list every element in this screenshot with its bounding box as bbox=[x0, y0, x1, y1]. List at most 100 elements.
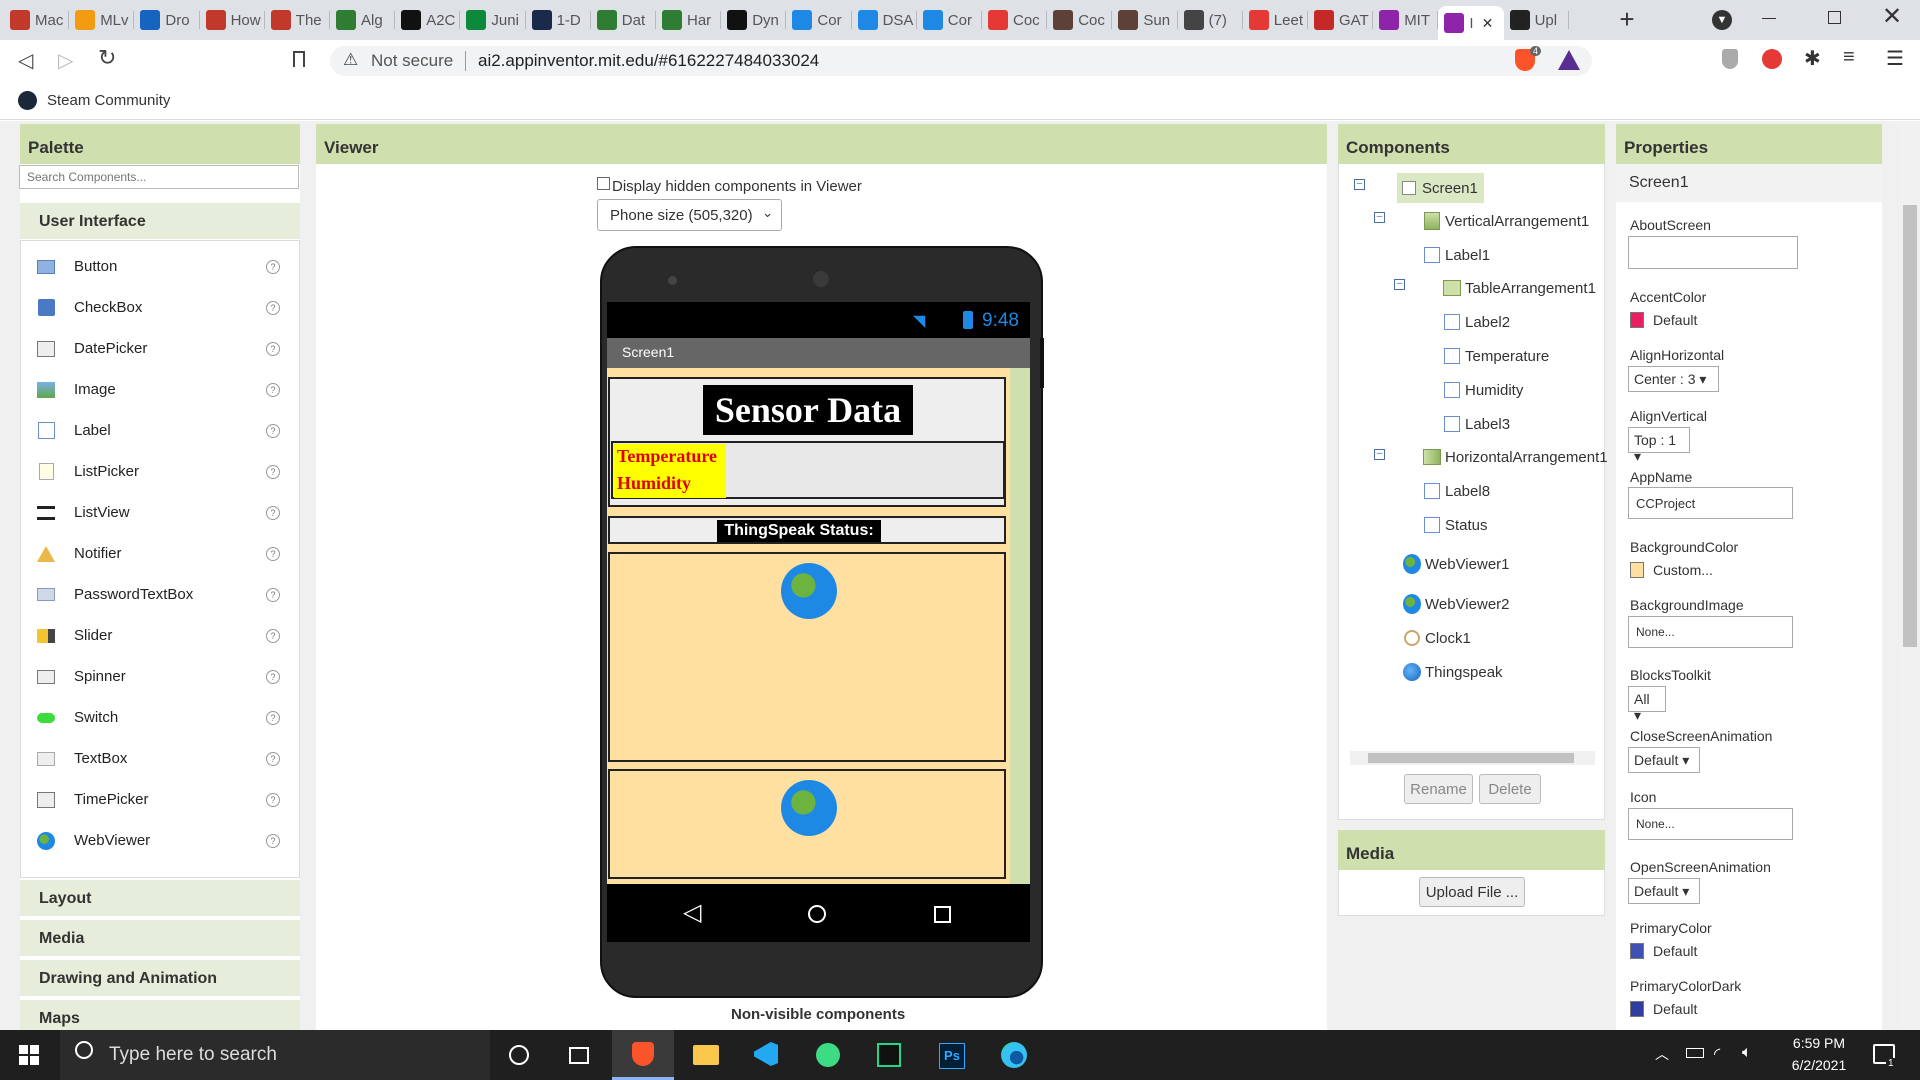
cortana-icon[interactable] bbox=[509, 1045, 529, 1065]
tree-item[interactable]: Clock1 bbox=[1403, 623, 1471, 653]
collapse-icon[interactable]: – bbox=[1374, 449, 1385, 460]
align-horizontal-dropdown[interactable]: Center : 3 ▾ bbox=[1628, 366, 1719, 392]
browser-tab[interactable]: How bbox=[200, 4, 265, 36]
rewards-icon[interactable] bbox=[1558, 50, 1580, 70]
browser-tab[interactable]: (7) bbox=[1178, 4, 1243, 36]
sensor-data-label[interactable]: Sensor Data bbox=[703, 385, 913, 435]
browser-tab[interactable]: Mac bbox=[4, 4, 70, 36]
tree-item[interactable]: WebViewer1 bbox=[1403, 549, 1510, 579]
extension-red-icon[interactable] bbox=[1762, 49, 1782, 69]
browser-tab[interactable]: Sun bbox=[1112, 4, 1178, 36]
palette-search-input[interactable] bbox=[19, 165, 299, 189]
tree-item[interactable]: HorizontalArrangement1 bbox=[1423, 442, 1608, 472]
browser-tab[interactable]: Har bbox=[656, 4, 722, 36]
tree-item[interactable]: Label3 bbox=[1443, 409, 1510, 439]
warning-icon[interactable]: ⚠ bbox=[343, 50, 358, 70]
security-warning[interactable]: Not secure bbox=[371, 51, 453, 71]
tree-item[interactable]: Thingspeak bbox=[1403, 657, 1503, 687]
help-icon[interactable]: ? bbox=[266, 505, 280, 520]
palette-item[interactable]: CheckBox? bbox=[36, 287, 284, 328]
blocks-toolkit-dropdown[interactable]: All ▾ bbox=[1628, 686, 1666, 723]
palette-item[interactable]: PasswordTextBox? bbox=[36, 574, 284, 615]
restore-button[interactable] bbox=[1828, 11, 1841, 24]
help-icon[interactable]: ? bbox=[266, 423, 280, 438]
palette-item[interactable]: DatePicker? bbox=[36, 328, 284, 369]
new-tab-button[interactable]: + bbox=[1613, 6, 1641, 34]
playlist-icon[interactable]: ≡ bbox=[1843, 46, 1855, 69]
palette-item[interactable]: ListView? bbox=[36, 492, 284, 533]
collapse-icon[interactable]: – bbox=[1354, 179, 1365, 190]
tree-item[interactable]: TableArrangement1 bbox=[1443, 273, 1596, 303]
browser-tab[interactable]: Coc bbox=[1047, 4, 1113, 36]
rename-button[interactable]: Rename bbox=[1404, 774, 1473, 804]
palette-item[interactable]: Image? bbox=[36, 369, 284, 410]
palette-item[interactable]: Spinner? bbox=[36, 656, 284, 697]
browser-tab[interactable]: The bbox=[265, 4, 330, 36]
help-icon[interactable]: ? bbox=[266, 259, 280, 274]
browser-tab[interactable]: MLv bbox=[69, 4, 135, 36]
file-explorer-icon[interactable] bbox=[693, 1045, 719, 1065]
browser-tab[interactable]: Dyn bbox=[721, 4, 787, 36]
browser-tab[interactable]: MIT bbox=[1373, 4, 1439, 36]
category-maps[interactable]: Maps bbox=[20, 998, 300, 1030]
bookmark-icon[interactable] bbox=[293, 51, 305, 67]
humidity-label[interactable]: Humidity bbox=[614, 471, 726, 498]
browser-tab[interactable]: DSA bbox=[852, 4, 917, 36]
browser-tab[interactable]: GAT bbox=[1308, 4, 1374, 36]
tree-item[interactable]: VerticalArrangement1 bbox=[1423, 206, 1589, 236]
vpn-icon[interactable] bbox=[1722, 49, 1738, 69]
forward-icon[interactable]: ▷ bbox=[58, 48, 73, 73]
palette-item[interactable]: Switch? bbox=[36, 697, 284, 738]
photoshop-icon[interactable]: Ps bbox=[939, 1043, 965, 1069]
browser-tab[interactable]: Upl bbox=[1504, 4, 1569, 36]
windows-start-icon[interactable] bbox=[19, 1045, 39, 1065]
tree-scrollbar-thumb[interactable] bbox=[1368, 753, 1574, 763]
help-icon[interactable]: ? bbox=[266, 751, 280, 766]
palette-item[interactable]: Slider? bbox=[36, 615, 284, 656]
collapse-icon[interactable]: – bbox=[1374, 212, 1385, 223]
browser-tab[interactable]: 1-D bbox=[526, 4, 591, 36]
tray-chevron-icon[interactable]: ︿ bbox=[1655, 1044, 1669, 1064]
pycharm-icon[interactable] bbox=[877, 1043, 901, 1067]
bgimage-input[interactable]: None... bbox=[1628, 616, 1793, 648]
palette-item[interactable]: Button? bbox=[36, 246, 284, 287]
bg-color-value[interactable]: Custom... bbox=[1630, 562, 1713, 578]
task-view-icon[interactable] bbox=[569, 1047, 589, 1064]
bookmark-steam[interactable]: Steam Community bbox=[47, 92, 170, 109]
phone-size-select[interactable]: Phone size (505,320) ⌄ bbox=[597, 199, 782, 231]
primary-dark-color-value[interactable]: Default bbox=[1630, 1001, 1697, 1017]
help-icon[interactable]: ? bbox=[266, 546, 280, 561]
close-tab-icon[interactable]: ✕ bbox=[1482, 15, 1494, 32]
palette-item[interactable]: Label? bbox=[36, 410, 284, 451]
help-icon[interactable]: ? bbox=[266, 382, 280, 397]
accent-color-value[interactable]: Default bbox=[1630, 312, 1697, 328]
browser-tab[interactable]: I ✕ bbox=[1438, 6, 1504, 40]
tab-search-icon[interactable]: ▼ bbox=[1712, 10, 1732, 30]
upload-file-button[interactable]: Upload File ... bbox=[1419, 877, 1525, 907]
thingspeak-status-label[interactable]: ThingSpeak Status: bbox=[717, 520, 881, 542]
palette-item[interactable]: WebViewer? bbox=[36, 820, 284, 861]
hidden-checkbox[interactable] bbox=[597, 177, 610, 190]
tree-item[interactable]: Temperature bbox=[1443, 341, 1549, 371]
browser-tab[interactable]: Cor bbox=[786, 4, 852, 36]
browser-tab[interactable]: Dat bbox=[591, 4, 656, 36]
help-icon[interactable]: ? bbox=[266, 628, 280, 643]
extensions-icon[interactable]: ✱ bbox=[1804, 46, 1821, 71]
tree-item[interactable]: Screen1 bbox=[1397, 173, 1484, 203]
help-icon[interactable]: ? bbox=[266, 710, 280, 725]
appname-input[interactable]: CCProject bbox=[1628, 487, 1793, 519]
volume-tray-icon[interactable]: 🔈︎ bbox=[1742, 1044, 1752, 1062]
category-layout[interactable]: Layout bbox=[20, 878, 300, 916]
about-screen-textarea[interactable] bbox=[1628, 236, 1798, 269]
delete-button[interactable]: Delete bbox=[1479, 774, 1541, 804]
browser-tab[interactable]: Dro bbox=[134, 4, 200, 36]
browser-tab[interactable]: Coc bbox=[982, 4, 1048, 36]
clock-date[interactable]: 6/2/2021 bbox=[1784, 1057, 1854, 1073]
tree-item[interactable]: Label2 bbox=[1443, 307, 1510, 337]
help-icon[interactable]: ? bbox=[266, 669, 280, 684]
edge-icon[interactable] bbox=[1001, 1042, 1027, 1068]
browser-tab[interactable]: Cor bbox=[917, 4, 982, 36]
close-animation-dropdown[interactable]: Default ▾ bbox=[1628, 747, 1700, 773]
help-icon[interactable]: ? bbox=[266, 341, 280, 356]
menu-icon[interactable]: ☰ bbox=[1886, 46, 1904, 71]
